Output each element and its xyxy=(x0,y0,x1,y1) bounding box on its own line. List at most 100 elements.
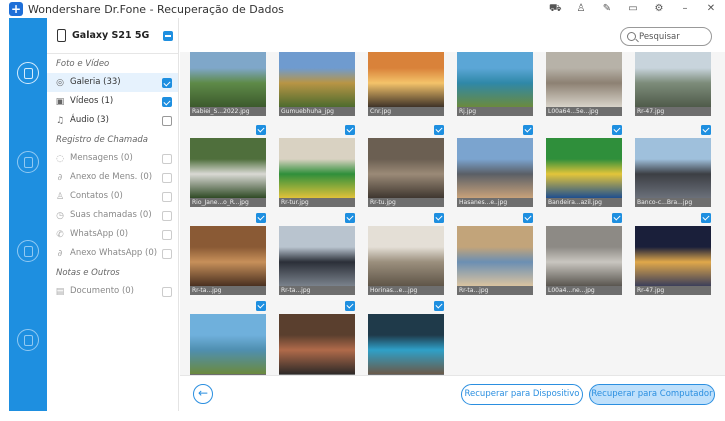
category-label: Áudio (3) xyxy=(70,115,109,125)
category-item[interactable]: ◷ Suas chamadas (0) xyxy=(47,206,178,225)
category-checkbox[interactable] xyxy=(162,249,172,259)
category-checkbox[interactable] xyxy=(162,116,172,126)
category-checkbox[interactable] xyxy=(162,97,172,107)
photo-image xyxy=(279,226,355,286)
photo-filename: L00a4...ne...jpg xyxy=(546,286,622,295)
section-heading: Foto e Vídeo xyxy=(56,59,110,69)
chat-recovery-icon[interactable] xyxy=(17,151,39,173)
category-checkbox[interactable] xyxy=(162,230,172,240)
photo-image xyxy=(279,52,355,107)
close-icon[interactable]: ✕ xyxy=(705,3,717,15)
category-label: Anexo WhatsApp (0) xyxy=(70,248,158,258)
title-bar-actions: ⛟ ♙ ✎ ▭ ⚙ – ✕ xyxy=(549,0,717,18)
photo-filename: Bandeira...azil.jpg xyxy=(546,198,622,207)
contact-icon: ♙ xyxy=(55,192,65,202)
photo-checkbox[interactable] xyxy=(612,125,622,135)
photo-filename: Rr-ta...jpg xyxy=(190,286,266,295)
photo-checkbox[interactable] xyxy=(345,125,355,135)
category-checkbox[interactable] xyxy=(162,287,172,297)
category-item[interactable]: ▣ Vídeos (1) xyxy=(47,92,178,111)
category-item[interactable]: ♫ Áudio (3) xyxy=(47,111,178,130)
photo-checkbox[interactable] xyxy=(345,301,355,311)
back-button[interactable]: ← xyxy=(193,384,213,404)
category-checkbox[interactable] xyxy=(162,154,172,164)
cart-icon[interactable]: ⛟ xyxy=(549,3,562,15)
recover-to-device-button[interactable]: Recuperar para Dispositivo xyxy=(461,384,583,405)
photo-checkbox[interactable] xyxy=(523,213,533,223)
device-header: Galaxy S21 5G xyxy=(47,18,178,54)
message-icon: ◌ xyxy=(56,154,64,164)
mode-rail xyxy=(9,18,47,411)
photo-image xyxy=(457,226,533,286)
photo-checkbox[interactable] xyxy=(434,213,444,223)
photo-checkbox[interactable] xyxy=(612,213,622,223)
photo-image xyxy=(190,314,266,374)
search-icon xyxy=(627,32,636,41)
photo-filename: Rr-tur.jpg xyxy=(279,198,355,207)
photo-filename: Hasanes...e..jpg xyxy=(457,198,533,207)
category-item[interactable]: ◌ Mensagens (0) xyxy=(47,149,178,168)
photo-image xyxy=(279,314,355,374)
category-item[interactable]: ∂ Anexo WhatsApp (0) xyxy=(47,244,178,263)
photo-image xyxy=(279,138,355,198)
gear-icon[interactable]: ⚙ xyxy=(653,3,665,15)
category-label: Anexo de Mens. (0) xyxy=(70,172,153,182)
photo-checkbox[interactable] xyxy=(434,125,444,135)
photo-filename: Rr-47.jpg xyxy=(635,107,711,116)
category-checkbox[interactable] xyxy=(162,211,172,221)
pen-icon[interactable]: ✎ xyxy=(601,3,613,15)
recover-to-computer-button[interactable]: Recuperar para Computador xyxy=(589,384,715,405)
photo-image xyxy=(457,138,533,198)
category-sidebar: Galaxy S21 5G Foto e Vídeo ◎ Galeria (33) ▣… xyxy=(47,18,179,411)
search-box[interactable] xyxy=(620,27,712,46)
photo-checkbox[interactable] xyxy=(256,213,266,223)
footer-bar: ← Recuperar para Dispositivo Recuperar p… xyxy=(180,375,725,411)
category-label: WhatsApp (0) xyxy=(70,229,129,239)
whatsapp-icon: ✆ xyxy=(56,230,64,240)
photo-image xyxy=(635,138,711,198)
phone-icon xyxy=(57,29,66,42)
user-icon[interactable]: ♙ xyxy=(575,3,587,15)
category-item[interactable]: ◎ Galeria (33) xyxy=(47,73,178,92)
photo-checkbox[interactable] xyxy=(256,125,266,135)
photo-image xyxy=(546,226,622,286)
photo-image xyxy=(368,52,444,107)
phone-recovery-icon[interactable] xyxy=(17,62,39,84)
photo-checkbox[interactable] xyxy=(434,301,444,311)
category-item[interactable]: ♙ Contatos (0) xyxy=(47,187,178,206)
minimize-icon[interactable]: – xyxy=(679,3,691,15)
search-input[interactable] xyxy=(639,30,709,43)
backup-recovery-icon[interactable] xyxy=(17,240,39,262)
photo-checkbox[interactable] xyxy=(523,125,533,135)
category-label: Contatos (0) xyxy=(70,191,123,201)
category-item[interactable]: ✆ WhatsApp (0) xyxy=(47,225,178,244)
category-item[interactable]: ▤ Documento (0) xyxy=(47,282,178,301)
photo-image xyxy=(368,138,444,198)
photo-image xyxy=(635,52,711,107)
category-label: Galeria (33) xyxy=(70,77,121,87)
category-checkbox[interactable] xyxy=(162,78,172,88)
photo-checkbox[interactable] xyxy=(701,213,711,223)
photo-checkbox[interactable] xyxy=(256,301,266,311)
category-checkbox[interactable] xyxy=(162,173,172,183)
category-label: Documento (0) xyxy=(70,286,134,296)
category-checkbox[interactable] xyxy=(162,192,172,202)
select-all-checkbox[interactable] xyxy=(163,31,173,41)
attachment-icon: ∂ xyxy=(57,249,63,259)
photo-checkbox[interactable] xyxy=(701,125,711,135)
photo-checkbox[interactable] xyxy=(345,213,355,223)
photo-image xyxy=(190,52,266,107)
photo-filename: Rr-ta...jpg xyxy=(457,286,533,295)
attachment-icon: ∂ xyxy=(57,173,63,183)
photo-filename: Rabiei_S...2022.jpg xyxy=(190,107,266,116)
video-icon: ▣ xyxy=(55,97,65,107)
photo-grid: Rabiei_S...2022.jpg Gumuebhuha_jpg Cnr.jpg… xyxy=(180,52,725,375)
category-item[interactable]: ∂ Anexo de Mens. (0) xyxy=(47,168,178,187)
category-label: Suas chamadas (0) xyxy=(70,210,152,220)
chat-icon[interactable]: ▭ xyxy=(627,3,639,15)
photo-filename: L00a64...5e...jpg xyxy=(546,107,622,116)
photo-filename: Gumuebhuha_jpg xyxy=(279,107,355,116)
section-heading: Registro de Chamada xyxy=(56,135,149,145)
whatsapp-recovery-icon[interactable] xyxy=(17,329,39,351)
arrow-left-icon: ← xyxy=(197,386,209,400)
